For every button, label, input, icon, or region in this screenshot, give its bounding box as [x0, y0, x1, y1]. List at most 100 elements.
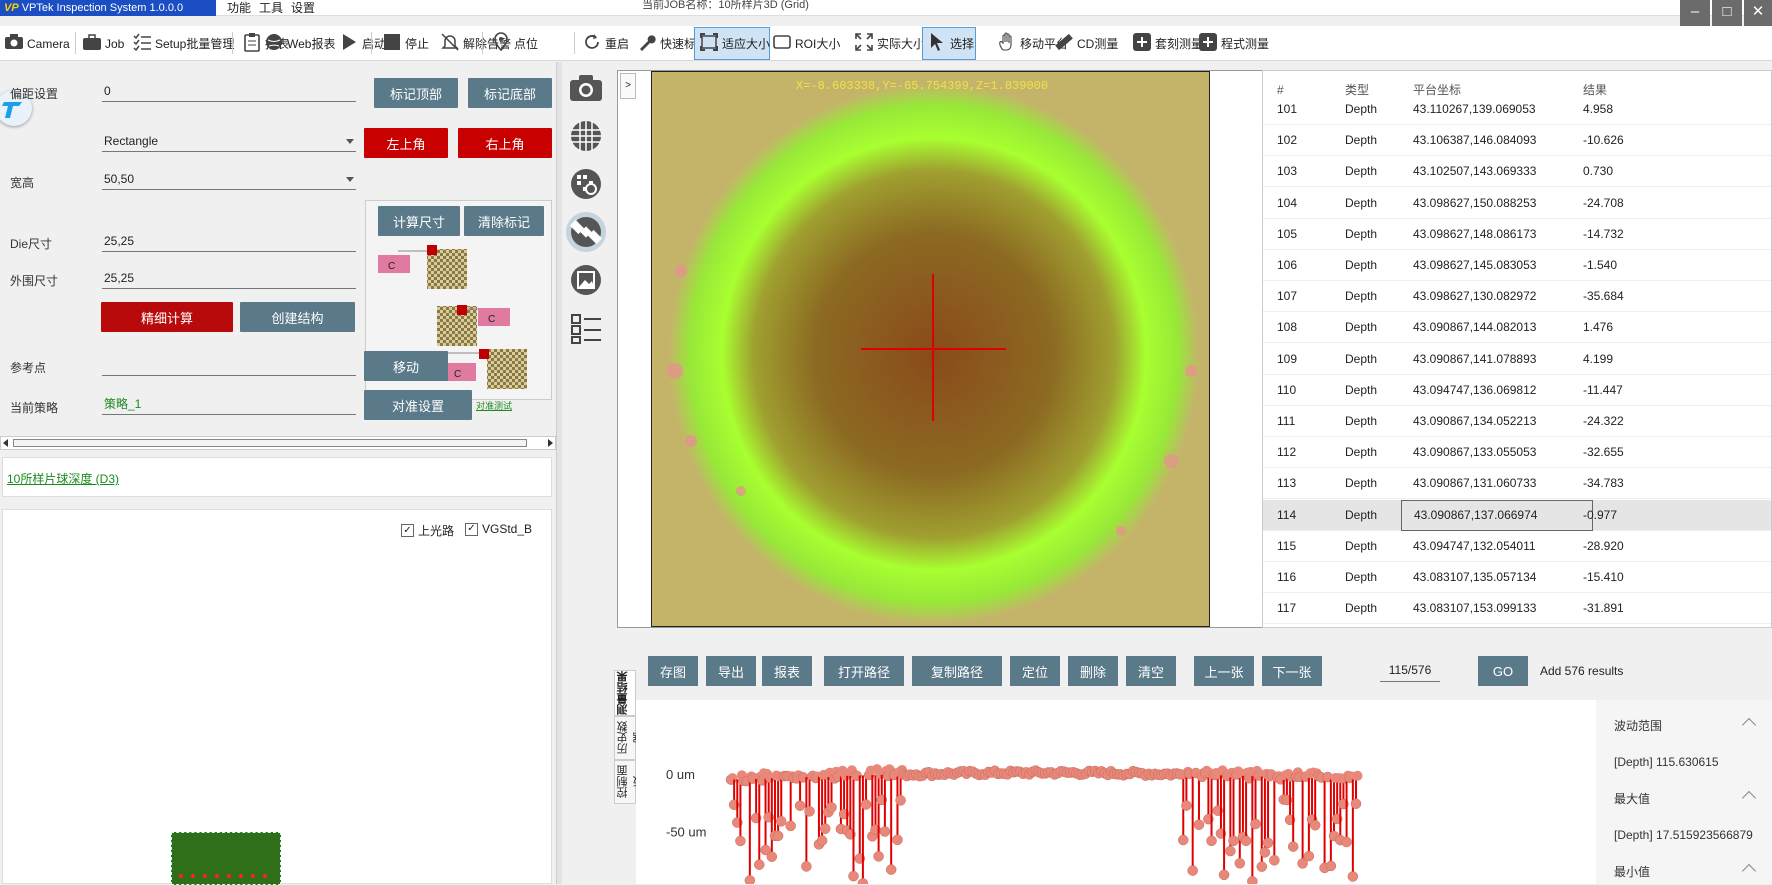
image-frame-icon[interactable]: [566, 260, 606, 300]
scroll-left-icon[interactable]: [3, 439, 8, 447]
toolbar-btn-1[interactable]: Job: [78, 26, 124, 61]
table-row[interactable]: 105 Depth 43.098627,148.086173 -14.732: [1263, 219, 1771, 250]
mark-bottom-button[interactable]: 标记底部: [468, 78, 552, 108]
table-row[interactable]: 102 Depth 43.106387,146.084093 -10.626: [1263, 125, 1771, 157]
table-cell: Depth: [1345, 351, 1378, 366]
collapse-range-icon[interactable]: [1741, 717, 1757, 733]
horizontal-scrollbar[interactable]: [0, 436, 556, 450]
die-size-field[interactable]: 25,25: [102, 232, 356, 252]
job-link[interactable]: 10所样片球深度 (D3): [7, 470, 119, 487]
shape-select[interactable]: Rectangle: [102, 132, 356, 152]
menu-settings[interactable]: 设置: [286, 0, 320, 16]
wh-select[interactable]: 50,50: [102, 170, 356, 190]
toolbar-btn-11[interactable]: 适应大小: [694, 27, 770, 60]
table-row[interactable]: 104 Depth 43.098627,150.088253 -24.708: [1263, 188, 1771, 219]
collapse-min-icon[interactable]: [1741, 863, 1757, 879]
maximize-button[interactable]: □: [1712, 0, 1742, 26]
toolbar-btn-9[interactable]: 重启: [578, 26, 629, 61]
reference-point-field[interactable]: [102, 356, 356, 376]
collapse-max-icon[interactable]: [1741, 790, 1757, 806]
table-row[interactable]: 106 Depth 43.098627,145.083053 -1.540: [1263, 250, 1771, 281]
table-row[interactable]: 103 Depth 43.102507,143.069333 0.730: [1263, 156, 1771, 188]
page-field[interactable]: 115/576: [1380, 660, 1440, 682]
checkbox-upper-light-box[interactable]: ✓: [401, 524, 414, 537]
window-title: 当前JOB名称：10所样片3D (Grid): [642, 0, 809, 11]
snapshot-camera-icon[interactable]: [566, 68, 606, 108]
checkbox-vgstd[interactable]: ✓ VGStd_B: [465, 522, 532, 536]
create-structure-button[interactable]: 创建结构: [240, 302, 355, 332]
table-row[interactable]: 115 Depth 43.094747,132.054011 -28.920: [1263, 531, 1771, 562]
toolbar-btn-14[interactable]: 选择: [922, 27, 976, 60]
table-row[interactable]: 108 Depth 43.090867,144.082013 1.476: [1263, 312, 1771, 344]
move-button[interactable]: 移动: [364, 351, 448, 381]
toolbar-btn-13[interactable]: 实际大小: [850, 26, 925, 61]
results-btn-2[interactable]: 报表: [762, 656, 812, 686]
calc-size-button[interactable]: 计算尺寸: [378, 206, 460, 236]
results-btn-0[interactable]: 存图: [648, 656, 698, 686]
table-cell: 109: [1277, 351, 1298, 366]
tab-results[interactable]: 测量结果: [614, 670, 636, 716]
table-cell: Depth: [1345, 258, 1378, 272]
toolbar-btn-12[interactable]: ROI大小: [768, 26, 842, 61]
expand-panel-button[interactable]: >: [620, 73, 636, 99]
table-row[interactable]: 112 Depth 43.090867,133.055053 -32.655: [1263, 437, 1771, 469]
table-row[interactable]: 101 Depth 43.110267,139.069053 4.958: [1263, 94, 1771, 125]
table-row[interactable]: 116 Depth 43.083107,135.057134 -15.410: [1263, 562, 1771, 593]
table-row[interactable]: 114 Depth 43.090867,137.066974 -0.977: [1263, 499, 1771, 531]
toolbar-btn-16[interactable]: CD测量: [1050, 26, 1120, 61]
satellite-icon[interactable]: [566, 212, 606, 252]
sphere-depth-image[interactable]: X=-8.603338,Y=-65.754399,Z=1.839000: [651, 71, 1210, 627]
toolbar-btn-18[interactable]: 程式测量: [1194, 26, 1269, 61]
table-row[interactable]: 110 Depth 43.094747,136.069812 -11.447: [1263, 375, 1771, 406]
scrollbar-thumb[interactable]: [13, 439, 527, 447]
toolbar-separator: [574, 32, 575, 54]
offset-field[interactable]: 0: [102, 82, 356, 102]
table-row[interactable]: 111 Depth 43.090867,134.052213 -24.322: [1263, 406, 1771, 437]
table-vertical-scrollbar[interactable]: [1764, 108, 1772, 628]
results-btn-3[interactable]: 打开路径: [824, 656, 904, 686]
results-btn-9[interactable]: 下一张: [1262, 656, 1322, 686]
clear-marks-button[interactable]: 清除标记: [464, 206, 544, 236]
results-btn-7[interactable]: 清空: [1126, 656, 1176, 686]
reference-point-label: 参考点: [10, 361, 47, 375]
results-btn-6[interactable]: 删除: [1068, 656, 1118, 686]
checkbox-vgstd-box[interactable]: ✓: [465, 522, 478, 536]
scroll-right-icon[interactable]: [548, 439, 553, 447]
toolbar-btn-4[interactable]: Web报表: [260, 26, 335, 61]
toolbar-btn-8[interactable]: 点位: [487, 26, 545, 61]
align-test-link[interactable]: 对准测试: [476, 399, 512, 412]
toolbar-btn-17[interactable]: 套刻测量: [1128, 26, 1203, 61]
go-button[interactable]: GO: [1478, 656, 1528, 686]
results-btn-1[interactable]: 导出: [706, 656, 756, 686]
table-row[interactable]: 117 Depth 43.083107,153.099133 -31.891: [1263, 593, 1771, 625]
results-btn-8[interactable]: 上一张: [1194, 656, 1254, 686]
grid-search-icon[interactable]: [566, 164, 606, 204]
strategy-field[interactable]: 策略_1: [102, 395, 356, 415]
results-btn-4[interactable]: 复制路径: [912, 656, 1002, 686]
top-right-button[interactable]: 右上角: [458, 128, 552, 158]
checklist-icon[interactable]: [566, 308, 606, 348]
table-row[interactable]: 109 Depth 43.090867,141.078893 4.199: [1263, 344, 1771, 375]
table-row[interactable]: 113 Depth 43.090867,131.060733 -34.783: [1263, 468, 1771, 500]
checkbox-upper-light[interactable]: ✓ 上光路: [401, 522, 454, 539]
toolbar-btn-0[interactable]: Camera: [0, 26, 70, 61]
image-viewer[interactable]: > X=-8.603338,Y=-65.754399,Z=1.839000: [617, 70, 1264, 628]
toolbar-btn-2[interactable]: Setup批量管理: [128, 26, 236, 61]
close-button[interactable]: ✕: [1744, 0, 1772, 26]
table-cell: 115: [1277, 538, 1297, 553]
results-btn-5[interactable]: 定位: [1010, 656, 1060, 686]
table-row[interactable]: 107 Depth 43.098627,130.082972 -35.684: [1263, 281, 1771, 313]
align-settings-button[interactable]: 对准设置: [364, 390, 472, 420]
tab-history[interactable]: 历史数据: [614, 716, 645, 760]
mark-top-button[interactable]: 标记顶部: [374, 78, 458, 108]
menu-function[interactable]: 功能: [222, 0, 256, 16]
top-left-button[interactable]: 左上角: [364, 128, 448, 158]
table-cell: 43.090867,133.055053: [1413, 445, 1537, 460]
menu-tools[interactable]: 工具: [254, 0, 288, 16]
outer-size-field[interactable]: 25,25: [102, 269, 356, 289]
toolbar-btn-6[interactable]: 停止: [378, 26, 429, 61]
fine-calc-button[interactable]: 精细计算: [101, 302, 233, 332]
grid-globe-icon[interactable]: [566, 116, 606, 156]
tab-control[interactable]: 控制面板: [614, 760, 645, 804]
minimize-button[interactable]: –: [1680, 0, 1710, 26]
